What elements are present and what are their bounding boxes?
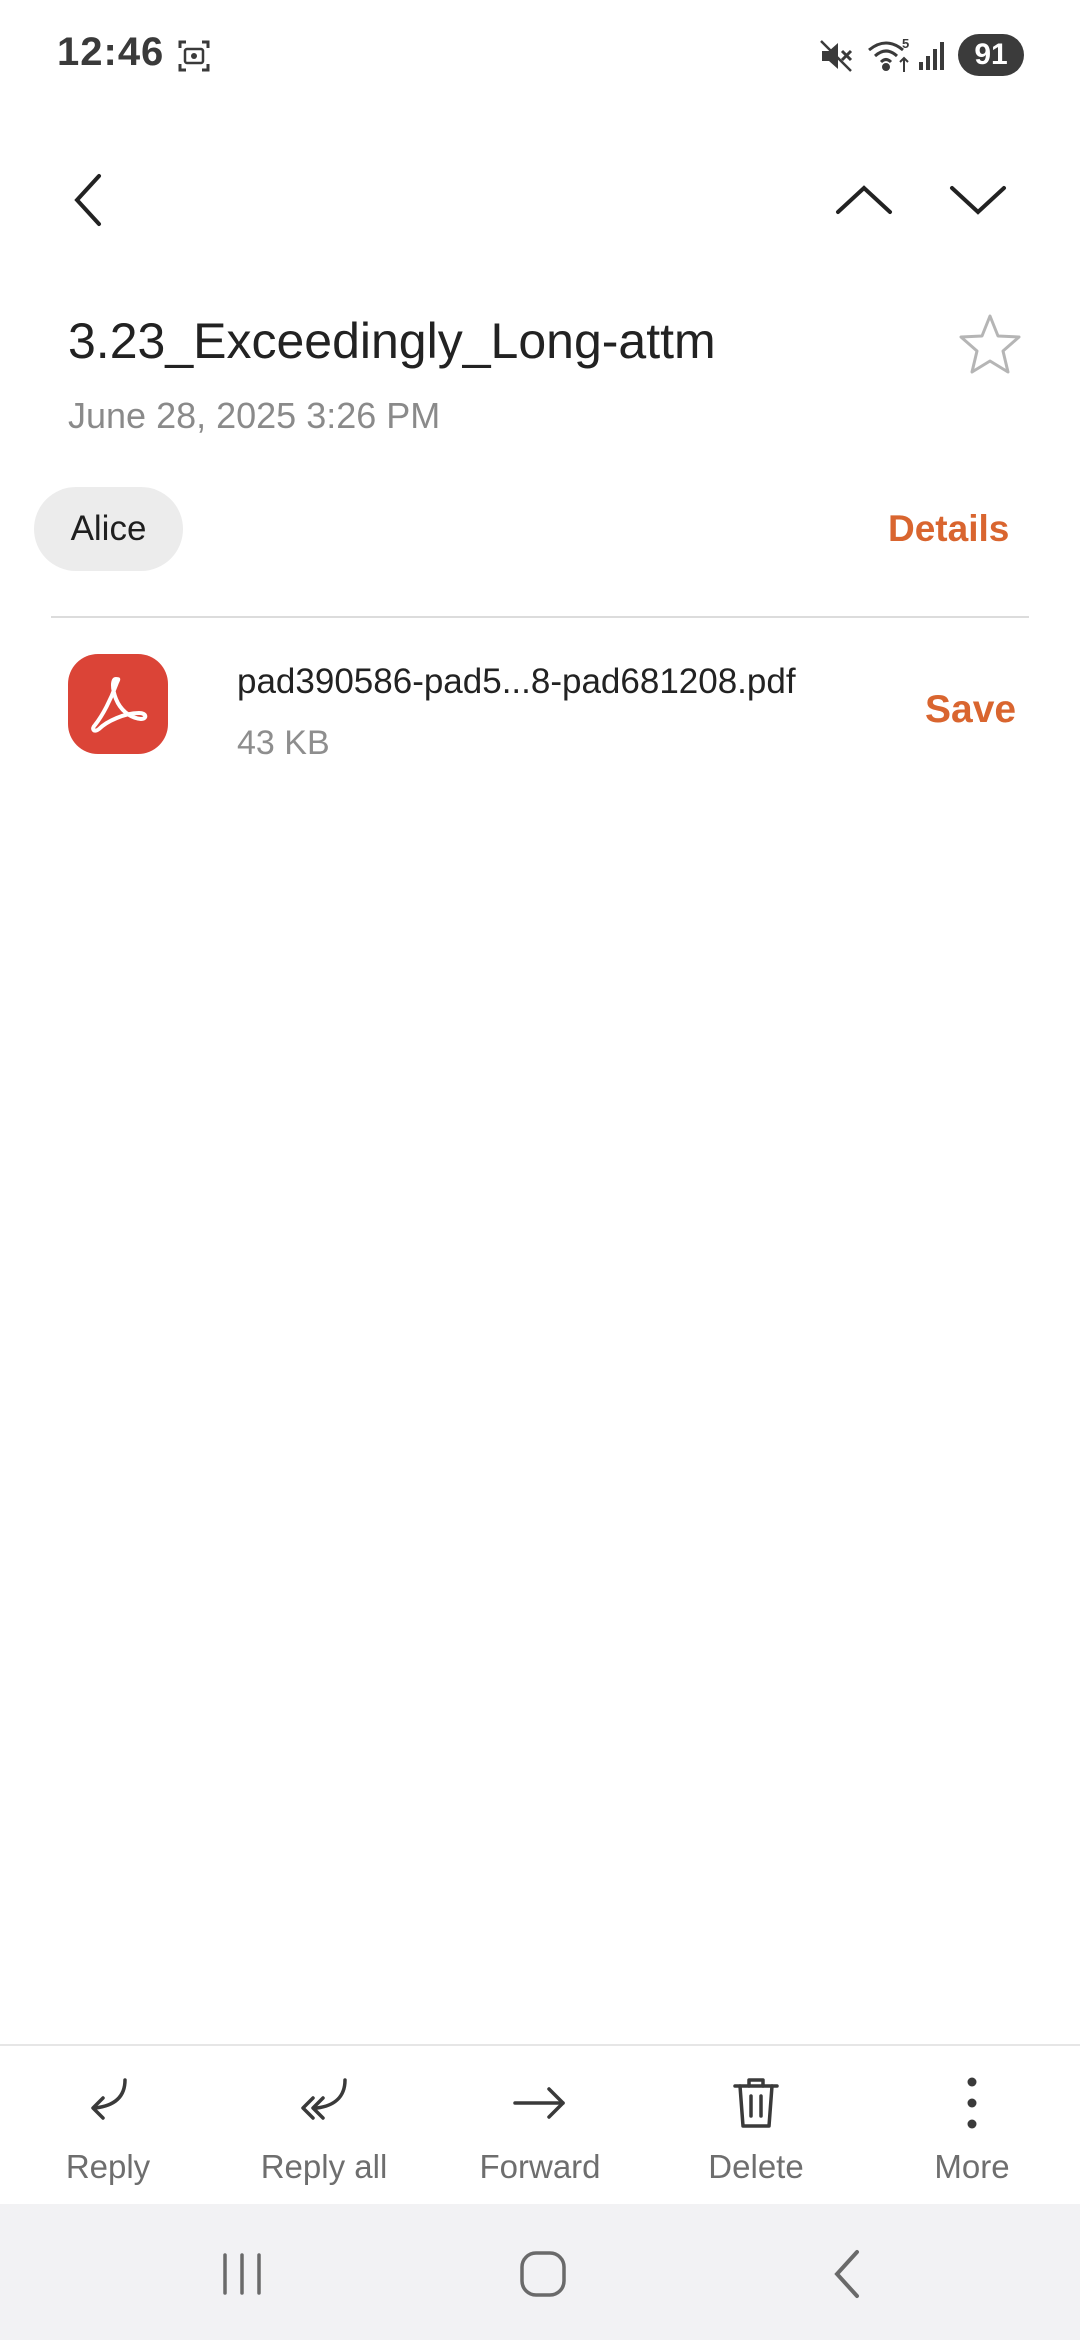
previous-email-button[interactable] [809, 145, 919, 255]
attachment-file-name: pad390586-pad5...8-pad681208.pdf [237, 662, 796, 701]
more-button[interactable]: More [864, 2046, 1080, 2204]
reply-all-label: Reply all [260, 2148, 388, 2185]
screenshot-icon [176, 38, 212, 79]
email-subject: 3.23_Exceedingly_Long-attm [68, 313, 716, 369]
home-icon [520, 2251, 566, 2297]
attachment-file-size: 43 KB [237, 724, 330, 762]
chevron-down-icon [950, 186, 1006, 215]
attachment-row[interactable]: pad390586-pad5...8-pad681208.pdf 43 KB S… [51, 640, 1029, 780]
forward-button[interactable]: Forward [432, 2046, 648, 2204]
reply-button[interactable]: Reply [0, 2046, 216, 2204]
signal-icon [917, 40, 947, 77]
status-time: 12:46 [57, 30, 165, 74]
trash-icon [733, 2078, 779, 2128]
pdf-icon [68, 654, 168, 754]
save-attachment-button[interactable]: Save [925, 688, 1016, 732]
back-button[interactable] [33, 145, 143, 255]
more-label: More [934, 2148, 1010, 2185]
next-email-button[interactable] [923, 145, 1033, 255]
star-icon [959, 314, 1021, 374]
status-bar: 12:46 5 91 [0, 0, 1080, 110]
system-back-button[interactable] [797, 2234, 897, 2314]
recent-apps-button[interactable] [192, 2234, 292, 2314]
divider [51, 616, 1029, 618]
battery-indicator: 91 [958, 34, 1024, 76]
email-date: June 28, 2025 3:26 PM [68, 395, 441, 436]
system-nav-bar [0, 2204, 1080, 2340]
more-vertical-icon [967, 2077, 977, 2129]
svg-text:5: 5 [902, 36, 909, 51]
recent-apps-icon [223, 2253, 261, 2295]
home-button[interactable] [493, 2234, 593, 2314]
sender-chip[interactable]: Alice [34, 487, 183, 571]
back-chevron-icon [834, 2250, 859, 2298]
reply-label: Reply [65, 2148, 151, 2185]
mute-icon [818, 38, 854, 79]
chevron-up-icon [836, 185, 892, 214]
forward-label: Forward [479, 2148, 601, 2185]
reply-all-icon [301, 2078, 347, 2120]
forward-icon [513, 2087, 565, 2119]
back-arrow-icon [74, 174, 101, 226]
wifi-icon: 5 [866, 36, 912, 81]
star-button[interactable] [955, 310, 1025, 380]
delete-label: Delete [708, 2148, 804, 2185]
delete-button[interactable]: Delete [648, 2046, 864, 2204]
reply-icon [91, 2078, 127, 2120]
action-bar: Reply Reply all Forward Delete More [0, 2044, 1080, 2204]
details-button[interactable]: Details [888, 508, 1009, 550]
reply-all-button[interactable]: Reply all [216, 2046, 432, 2204]
